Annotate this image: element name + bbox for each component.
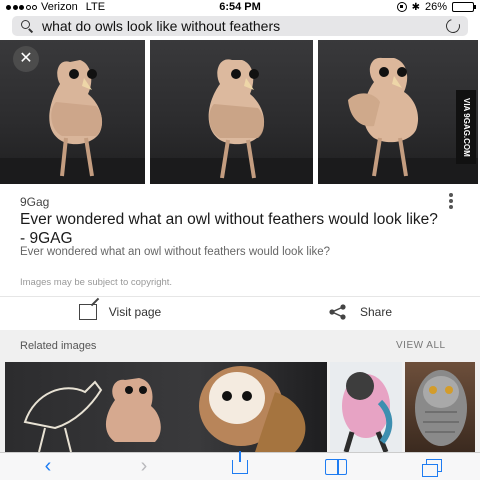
browser-toolbar: ‹ › [0, 450, 480, 480]
search-query[interactable]: what do owls look like without feathers [42, 18, 446, 34]
bluetooth-icon: ✱ [411, 1, 420, 13]
copyright-notice: Images may be subject to copyright. [20, 277, 173, 288]
share-sheet-button[interactable] [229, 450, 251, 477]
view-all-link[interactable]: VIEW ALL [396, 340, 446, 351]
watermark: VIA 9GAG.COM [456, 90, 476, 164]
reload-icon[interactable] [443, 16, 463, 36]
battery-icon [452, 2, 476, 12]
related-image-2[interactable] [330, 362, 403, 452]
forward-icon[interactable]: › [133, 455, 155, 477]
rotation-lock-icon [396, 2, 407, 12]
related-images [5, 362, 475, 452]
close-icon[interactable]: ✕ [13, 46, 39, 72]
visit-page-label: Visit page [108, 305, 162, 319]
related-image-1[interactable] [5, 362, 328, 452]
tabs-icon [422, 458, 442, 477]
carrier-name: Verizon [41, 1, 78, 13]
network-type: LTE [85, 1, 106, 13]
bookmarks-icon [325, 458, 347, 475]
owl-image-2[interactable] [150, 40, 313, 184]
bookmarks-button[interactable] [325, 457, 347, 477]
status-bar: Verizon LTE 6:54 PM ✱ 26% [0, 0, 480, 14]
signal-strength-icon [6, 4, 37, 10]
battery-percent: 26% [424, 1, 447, 13]
image-carousel[interactable]: ✕ VIA 9GAG.COM [0, 40, 480, 184]
result-title[interactable]: Ever wondered what an owl without feathe… [20, 210, 440, 248]
more-icon[interactable] [447, 193, 455, 209]
back-icon[interactable]: ‹ [37, 455, 59, 477]
share-icon [328, 304, 348, 320]
owl-image-1[interactable]: ✕ [0, 40, 145, 184]
related-image-3[interactable] [405, 362, 475, 452]
search-bar[interactable]: what do owls look like without feathers [12, 16, 468, 36]
tabs-button[interactable] [421, 457, 443, 477]
result-description: Ever wondered what an owl without feathe… [20, 246, 331, 258]
share-label: Share [359, 305, 393, 319]
share-button[interactable]: Share [240, 297, 480, 327]
share-sheet-icon [232, 450, 248, 474]
related-header: Related images [20, 340, 97, 352]
visit-page-button[interactable]: Visit page [0, 297, 240, 327]
action-row: Visit page Share [0, 297, 480, 327]
visit-page-icon [78, 304, 97, 320]
result-source: 9Gag [20, 195, 50, 209]
owl-image-3[interactable]: VIA 9GAG.COM [318, 40, 478, 184]
search-icon [20, 19, 34, 33]
